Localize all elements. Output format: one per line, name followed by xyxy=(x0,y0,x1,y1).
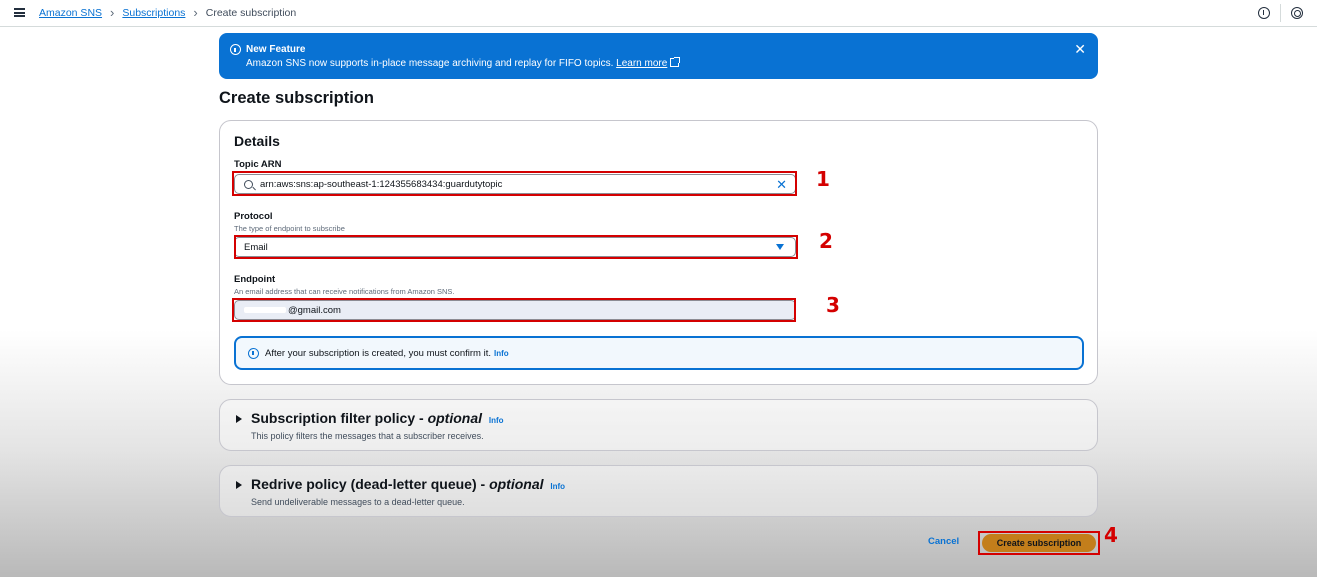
details-heading: Details xyxy=(234,133,280,149)
annotation-number: 1 xyxy=(816,167,830,191)
redrive-policy-section[interactable]: Redrive policy (dead-letter queue) - opt… xyxy=(219,465,1098,517)
cancel-button[interactable]: Cancel xyxy=(928,536,959,547)
protocol-description: The type of endpoint to subscribe xyxy=(234,224,345,233)
info-link[interactable]: Info xyxy=(494,349,509,358)
endpoint-description: An email address that can receive notifi… xyxy=(234,287,455,296)
info-link[interactable]: Info xyxy=(489,416,504,425)
chevron-right-icon: › xyxy=(110,5,115,20)
menu-icon[interactable] xyxy=(14,8,25,17)
annotation-number: 2 xyxy=(819,229,833,253)
chevron-right-icon: › xyxy=(193,5,198,20)
flash-title: New Feature xyxy=(246,44,306,55)
close-icon[interactable]: ✕ xyxy=(1074,42,1086,56)
section-description: Send undeliverable messages to a dead-le… xyxy=(251,497,465,507)
settings-icon[interactable] xyxy=(1291,7,1303,19)
flash-message-text: Amazon SNS now supports in-place message… xyxy=(246,58,614,69)
annotation-box xyxy=(234,235,798,259)
caret-right-icon[interactable] xyxy=(236,481,242,489)
topic-arn-label: Topic ARN xyxy=(234,159,282,170)
breadcrumb-amazon-sns[interactable]: Amazon SNS xyxy=(39,7,102,19)
confirm-info-alert: After your subscription is created, you … xyxy=(234,336,1084,370)
annotation-number: 4 xyxy=(1104,523,1118,547)
top-navigation: Amazon SNS › Subscriptions › Create subs… xyxy=(0,0,1317,27)
endpoint-label: Endpoint xyxy=(234,274,276,285)
breadcrumb: Amazon SNS › Subscriptions › Create subs… xyxy=(39,5,297,20)
info-icon[interactable] xyxy=(1258,7,1270,19)
page-title: Create subscription xyxy=(219,89,374,107)
flash-message: Amazon SNS now supports in-place message… xyxy=(246,57,681,69)
feature-flashbar: New Feature Amazon SNS now supports in-p… xyxy=(219,33,1098,79)
learn-more-link[interactable]: Learn more xyxy=(616,57,681,69)
divider xyxy=(1280,4,1281,22)
breadcrumb-subscriptions[interactable]: Subscriptions xyxy=(122,7,185,19)
section-title[interactable]: Subscription filter policy - optional In… xyxy=(251,410,504,426)
annotation-number: 3 xyxy=(826,293,840,317)
section-description: This policy filters the messages that a … xyxy=(251,431,484,441)
annotation-box xyxy=(232,171,797,196)
breadcrumb-current: Create subscription xyxy=(205,7,297,19)
alert-text: After your subscription is created, you … xyxy=(265,347,491,359)
subscription-filter-policy-section[interactable]: Subscription filter policy - optional In… xyxy=(219,399,1098,451)
info-icon xyxy=(248,347,259,359)
annotation-box xyxy=(978,531,1100,555)
protocol-label: Protocol xyxy=(234,211,273,222)
external-link-icon xyxy=(670,57,681,67)
caret-right-icon[interactable] xyxy=(236,415,242,423)
info-icon xyxy=(230,44,241,55)
section-title[interactable]: Redrive policy (dead-letter queue) - opt… xyxy=(251,476,565,492)
annotation-box xyxy=(232,298,796,322)
info-link[interactable]: Info xyxy=(550,482,565,491)
